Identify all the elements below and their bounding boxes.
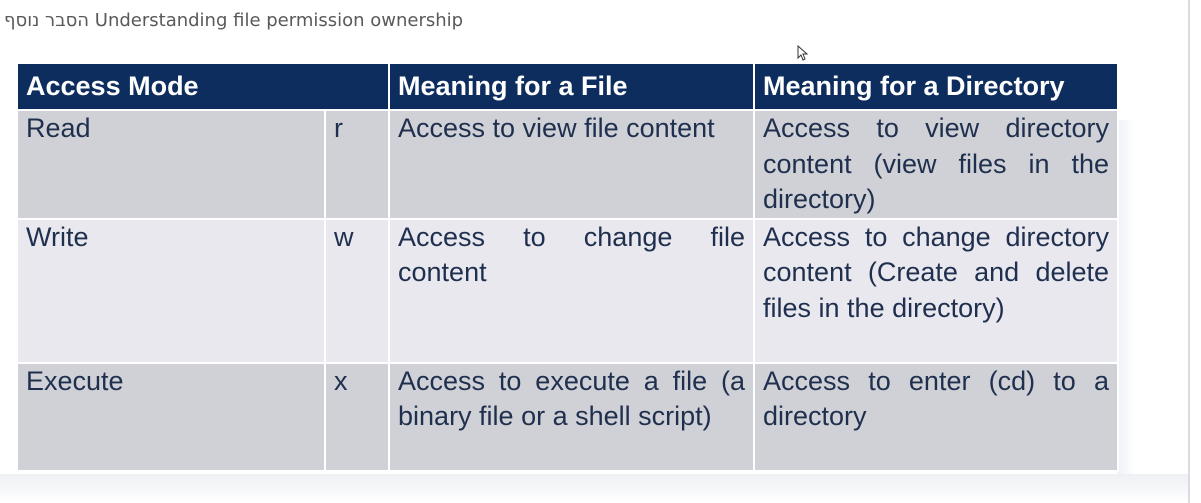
mouse-pointer-icon xyxy=(797,45,809,61)
row-directory-meaning: Access to view directory content (view f… xyxy=(753,109,1120,220)
header-meaning-file: Meaning for a File xyxy=(388,62,756,111)
row-mode-read: Read xyxy=(16,109,326,220)
header-meaning-directory: Meaning for a Directory xyxy=(753,62,1120,111)
table-row: Execute x Access to execute a file (a bi… xyxy=(16,361,1120,472)
table-header-row: Access Mode Meaning for a File Meaning f… xyxy=(15,62,1120,111)
scrollbar-edge xyxy=(1188,0,1190,503)
row-file-meaning: Access to change file content xyxy=(388,217,756,364)
slide-bottom-shadow xyxy=(0,474,1190,503)
row-mode-execute: Execute xyxy=(16,361,326,472)
header-access-mode: Access Mode xyxy=(15,62,391,111)
row-mode-write: Write xyxy=(16,217,326,364)
row-letter-r: r xyxy=(323,109,391,220)
row-letter-w: w xyxy=(323,217,391,364)
row-file-meaning: Access to view file content xyxy=(388,109,756,220)
table-row: Write w Access to change file content Ac… xyxy=(16,217,1120,364)
page-title: הסבר נוסף Understanding file permission … xyxy=(4,10,464,31)
row-directory-meaning: Access to change directory content (Crea… xyxy=(753,217,1120,364)
row-file-meaning: Access to execute a file (a binary file … xyxy=(388,361,756,472)
permissions-table: Access Mode Meaning for a File Meaning f… xyxy=(15,62,1120,472)
slide-edge-shadow xyxy=(1117,120,1135,480)
row-directory-meaning: Access to enter (cd) to a directory xyxy=(753,361,1120,472)
row-letter-x: x xyxy=(323,361,391,472)
table-row: Read r Access to view file content Acces… xyxy=(16,109,1120,220)
